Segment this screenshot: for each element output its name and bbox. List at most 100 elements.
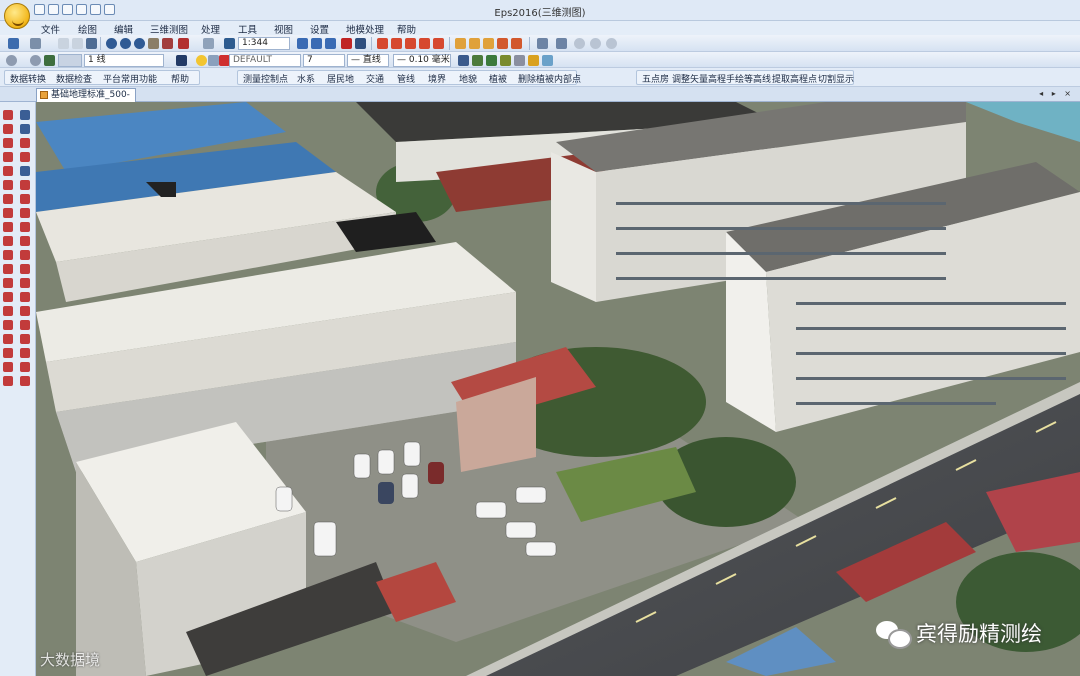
customize-icon[interactable] [118,4,124,15]
btn-extract-elevation[interactable]: 提取高程点 [772,72,817,85]
area-icon[interactable] [20,362,30,372]
3d-model-viewport[interactable]: 宾得励精测绘 大数据境 [36,102,1080,676]
target-icon[interactable] [20,376,30,386]
offset-icon[interactable] [3,306,13,316]
map-icon[interactable] [178,38,189,49]
snap-b-icon[interactable] [469,38,480,49]
color-combo[interactable] [58,54,82,67]
t2-icon[interactable] [472,55,483,66]
btn-adjust-elevation[interactable]: 调整矢量高程 [672,72,726,85]
btn-data-convert[interactable]: 数据转换 [10,72,46,85]
text-icon[interactable] [3,208,13,218]
b3-icon[interactable] [574,38,585,49]
menu-3d-survey[interactable]: 三维测图 [150,22,188,36]
layer-combo[interactable]: DEFAULT [229,54,301,67]
layer-manager-icon[interactable] [176,55,187,66]
btn-vegetation[interactable]: 植被 [489,72,507,85]
btn-cut-display[interactable]: 切割显示 [818,72,854,85]
preview-icon[interactable] [90,4,101,15]
scale-tool-icon[interactable] [20,166,30,176]
t3-icon[interactable] [486,55,497,66]
btn-pipeline[interactable]: 管线 [397,72,415,85]
print-icon[interactable] [104,4,115,15]
circle-icon[interactable] [3,166,13,176]
grid1-icon[interactable] [297,38,308,49]
btn-residential[interactable]: 居民地 [327,72,354,85]
fill-icon[interactable] [341,38,352,49]
open-icon[interactable] [48,4,59,15]
insert-icon[interactable] [3,250,13,260]
lock-icon[interactable] [208,55,219,66]
join-icon[interactable] [3,376,13,386]
app-logo-icon[interactable] [4,3,30,29]
tool-b-icon[interactable] [391,38,402,49]
tool-d-icon[interactable] [419,38,430,49]
cut-icon[interactable] [58,38,69,49]
mirror-icon[interactable] [3,348,13,358]
align-icon[interactable] [20,250,30,260]
t6-icon[interactable] [528,55,539,66]
undo-icon[interactable] [8,38,19,49]
btn-water[interactable]: 水系 [297,72,315,85]
snap-c-icon[interactable] [483,38,494,49]
divide-icon[interactable] [20,334,30,344]
save-icon[interactable] [62,4,73,15]
chamfer-icon[interactable] [20,222,30,232]
b4-icon[interactable] [590,38,601,49]
btn-traffic[interactable]: 交通 [366,72,384,85]
menu-terrain[interactable]: 地模处理 [346,22,384,36]
t4-icon[interactable] [500,55,511,66]
copy-tool-icon[interactable] [20,138,30,148]
rotate-icon[interactable] [20,152,30,162]
scale-icon[interactable] [224,38,235,49]
menu-help[interactable]: 帮助 [397,22,416,36]
tool-a-icon[interactable] [377,38,388,49]
hatch-icon[interactable] [3,236,13,246]
stretch-icon[interactable] [20,180,30,190]
btn-landform[interactable]: 地貌 [459,72,477,85]
btn-boundary[interactable]: 境界 [428,72,446,85]
grid2-icon[interactable] [311,38,322,49]
btn-common-functions[interactable]: 平台常用功能 [103,72,157,85]
explode-icon[interactable] [3,362,13,372]
tab-nav-controls[interactable]: ◂ ▸ × [1039,89,1074,98]
settings-icon[interactable] [76,4,87,15]
btn-help[interactable]: 帮助 [171,72,189,85]
zoom-out-icon[interactable] [120,38,131,49]
menu-file[interactable]: 文件 [41,22,60,36]
t5-icon[interactable] [514,55,525,66]
paste-icon[interactable] [86,38,97,49]
trim-icon[interactable] [3,334,13,344]
select-icon[interactable] [20,110,30,120]
btn-data-check[interactable]: 数据检查 [56,72,92,85]
redo-icon[interactable] [30,38,41,49]
zoom-in-icon[interactable] [106,38,117,49]
break-icon[interactable] [20,194,30,204]
snap-d-icon[interactable] [497,38,508,49]
new-icon[interactable] [34,4,45,15]
b2-icon[interactable] [556,38,567,49]
copy-icon[interactable] [72,38,83,49]
extend-icon[interactable] [3,320,13,330]
measure-dist-icon[interactable] [20,348,30,358]
b5-icon[interactable] [606,38,617,49]
btn-delete-vegetation-points[interactable]: 删除植被内部点 [518,72,581,85]
table-icon[interactable] [3,264,13,274]
menu-settings[interactable]: 设置 [310,22,329,36]
tool-c-icon[interactable] [405,38,416,49]
layer-icon[interactable] [6,55,17,66]
menu-process[interactable]: 处理 [201,22,220,36]
node-icon[interactable] [20,264,30,274]
zoom-window-icon[interactable] [134,38,145,49]
btn-hand-contour[interactable]: 手绘等高线 [726,72,771,85]
lineweight-combo[interactable]: — 0.10 毫米 [393,54,451,67]
number-combo[interactable]: 7 [303,54,345,67]
symbol-icon[interactable] [3,194,13,204]
line-icon[interactable] [3,124,13,134]
btn-control-points[interactable]: 测量控制点 [243,72,288,85]
polygon-icon[interactable] [3,152,13,162]
menu-view[interactable]: 视图 [274,22,293,36]
tool-e-icon[interactable] [433,38,444,49]
t7-icon[interactable] [542,55,553,66]
document-tab[interactable]: 基础地理标准_500-1 [36,88,136,112]
